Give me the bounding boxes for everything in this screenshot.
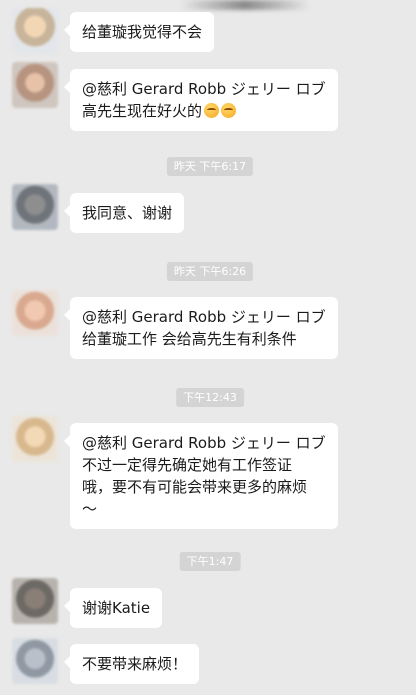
message-text: 哦，要不有可能会带来更多的麻烦 xyxy=(82,478,308,496)
avatar[interactable] xyxy=(12,416,58,462)
timestamp: 昨天 下午6:26 xyxy=(166,262,254,281)
message-bubble[interactable]: 我同意、谢谢 xyxy=(63,193,185,233)
message-text: @慈利 Gerard Robb ジェリー ロブ xyxy=(82,434,326,452)
avatar[interactable] xyxy=(12,62,58,108)
message-text: 不过一定得先确定她有工作签证 xyxy=(82,456,293,474)
message-bubble[interactable]: 给董璇我觉得不会 xyxy=(63,12,215,52)
grin-emoji-icon xyxy=(221,103,237,118)
message-text: 我同意、谢谢 xyxy=(82,204,173,222)
message-text: 给董璇工作 会给高先生有利条件 xyxy=(82,330,297,348)
avatar[interactable] xyxy=(12,638,58,684)
avatar[interactable] xyxy=(12,184,58,230)
avatar[interactable] xyxy=(12,290,58,336)
avatar[interactable] xyxy=(12,8,58,54)
message-text-with-emoji: 高先生现在好火的 xyxy=(82,100,326,122)
timestamp: 下午12:43 xyxy=(176,388,244,407)
message-text: 高先生现在好火的 xyxy=(82,102,203,120)
message-text: 不要带来麻烦！ xyxy=(82,655,188,673)
avatar[interactable] xyxy=(12,578,58,624)
message-text: 给董璇我觉得不会 xyxy=(82,23,203,41)
message-bubble[interactable]: @慈利 Gerard Robb ジェリー ロブ 高先生现在好火的 xyxy=(64,69,338,131)
timestamp: 昨天 下午6:17 xyxy=(166,157,254,176)
message-bubble[interactable]: 谢谢Katie xyxy=(63,588,163,628)
chat-window: 给董璇我觉得不会 @慈利 Gerard Robb ジェリー ロブ 高先生现在好火… xyxy=(0,0,416,695)
message-text: @慈利 Gerard Robb ジェリー ロブ xyxy=(82,80,326,98)
message-text: ～ xyxy=(82,500,98,518)
message-text: 谢谢Katie xyxy=(82,599,151,617)
top-redaction xyxy=(180,0,310,10)
timestamp: 下午1:47 xyxy=(179,552,241,571)
message-bubble[interactable]: 不要带来麻烦！ xyxy=(63,644,200,684)
message-bubble[interactable]: @慈利 Gerard Robb ジェリー ロブ 不过一定得先确定她有工作签证 哦… xyxy=(64,423,338,529)
grin-emoji-icon xyxy=(204,103,220,118)
message-text: @慈利 Gerard Robb ジェリー ロブ xyxy=(82,308,326,326)
message-bubble[interactable]: @慈利 Gerard Robb ジェリー ロブ 给董璇工作 会给高先生有利条件 xyxy=(64,297,338,359)
